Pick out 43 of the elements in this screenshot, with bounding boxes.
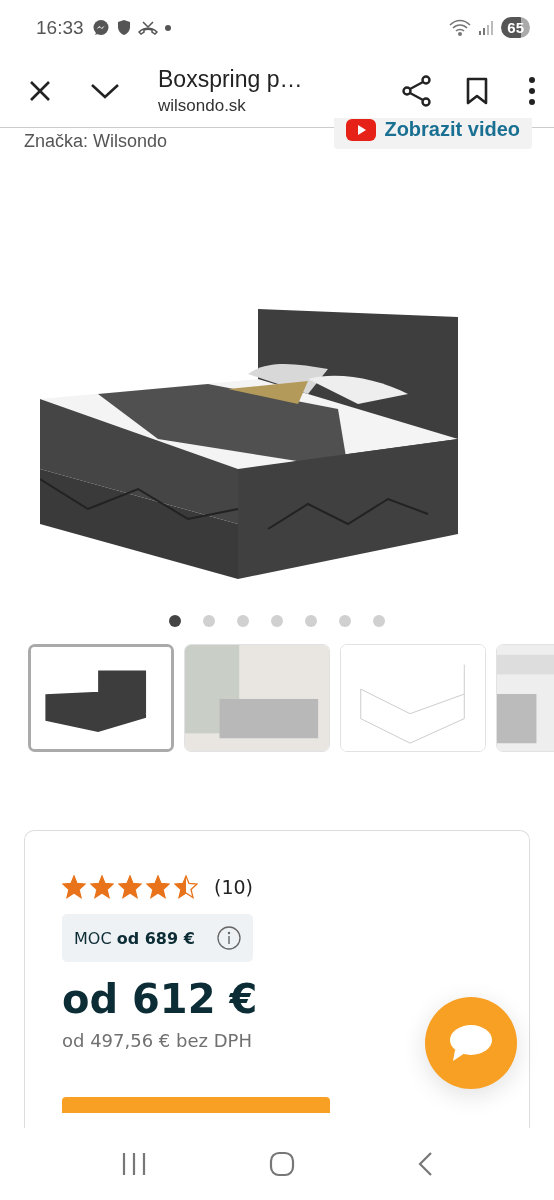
home-button[interactable] [269, 1151, 295, 1177]
share-icon [402, 75, 432, 107]
review-count: (10) [214, 876, 253, 898]
video-play-icon [346, 118, 377, 141]
messenger-icon [91, 18, 110, 37]
collapse-icon [90, 82, 120, 100]
more-icon [528, 76, 536, 106]
dot-icon [164, 24, 171, 31]
home-icon [269, 1151, 295, 1177]
gallery-dot[interactable] [169, 615, 181, 627]
more-button[interactable] [528, 76, 536, 106]
info-icon[interactable] [216, 926, 241, 950]
close-button[interactable] [28, 79, 52, 103]
video-button[interactable]: Zobrazit video [334, 118, 532, 149]
wifi-icon [449, 18, 472, 37]
signal-icon [478, 19, 495, 36]
gallery-dot[interactable] [373, 615, 385, 627]
brand-text: Značka: Wilsondo [24, 131, 168, 152]
chat-bubble-icon [449, 1024, 493, 1062]
gallery-dot[interactable] [305, 615, 317, 627]
recent-apps-button[interactable] [121, 1152, 147, 1176]
share-button[interactable] [402, 75, 432, 107]
collapse-button[interactable] [90, 82, 120, 100]
thumbnail[interactable] [28, 644, 174, 752]
gallery-dot[interactable] [339, 615, 351, 627]
gallery-dot[interactable] [271, 615, 283, 627]
back-button[interactable] [417, 1151, 433, 1177]
recommended-price-text: MOC od 689 € [74, 928, 195, 948]
back-icon [417, 1151, 433, 1177]
missed-call-icon [137, 19, 158, 36]
page-title: Boxspring p… [158, 66, 304, 93]
recent-apps-icon [121, 1152, 147, 1176]
page-url: wilsondo.sk [158, 96, 247, 116]
battery-indicator: 65 [501, 17, 530, 38]
clock-text: 16:33 [36, 16, 84, 39]
bookmark-icon [466, 77, 488, 105]
gallery-dot[interactable] [237, 615, 249, 627]
price-without-vat-text: od 497,56 € bez DPH [62, 1030, 252, 1051]
close-icon [28, 79, 52, 103]
price-text: od 612 € [62, 976, 258, 1022]
shield-icon [116, 19, 131, 36]
gallery-dot[interactable] [203, 615, 215, 627]
bookmark-button[interactable] [466, 77, 488, 105]
